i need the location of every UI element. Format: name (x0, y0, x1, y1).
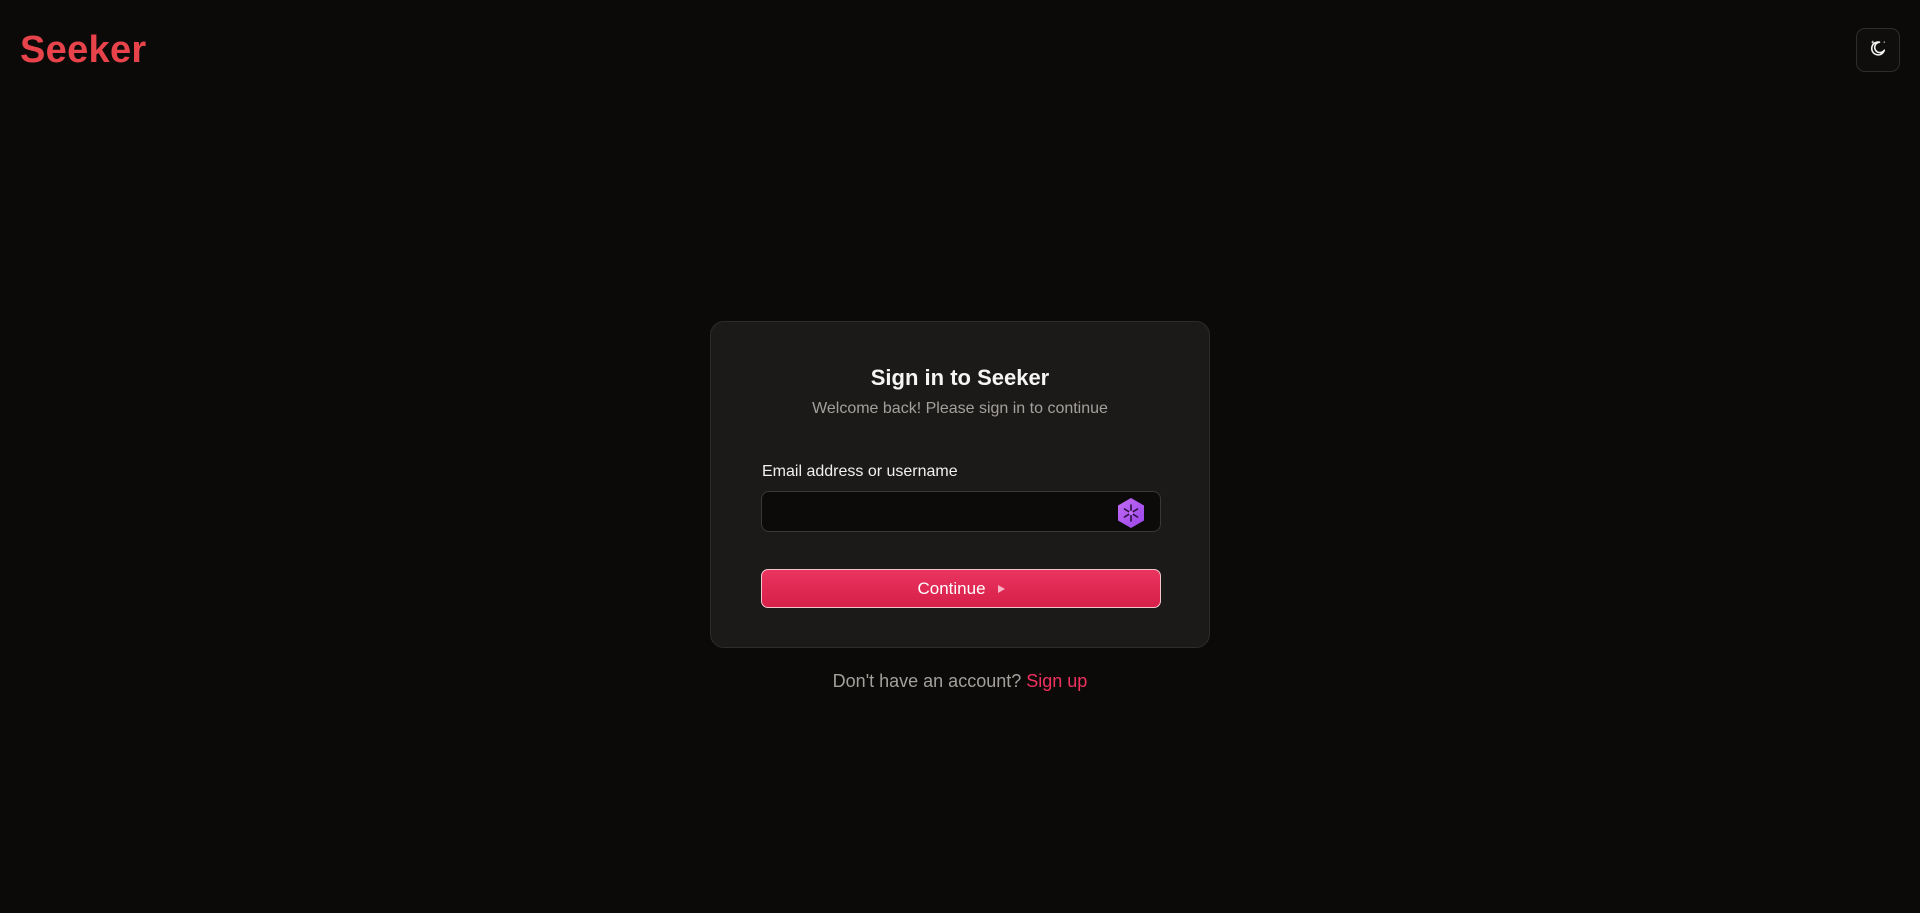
signup-link[interactable]: Sign up (1026, 671, 1087, 691)
signin-subtitle: Welcome back! Please sign in to continue (812, 400, 1108, 417)
signup-prompt: Don't have an account? Sign up (0, 668, 1920, 694)
theme-toggle-button[interactable] (1856, 28, 1900, 72)
signin-title: Sign in to Seeker (870, 365, 1050, 390)
identifier-label: Email address or username (762, 463, 958, 480)
brand-logo[interactable]: Seeker (20, 26, 146, 74)
continue-button[interactable]: Continue (761, 569, 1161, 608)
hexagon-asterisk-icon[interactable] (1114, 496, 1148, 530)
moon-stars-icon (1868, 38, 1888, 63)
identifier-input[interactable] (762, 492, 1102, 531)
top-bar: Seeker (0, 0, 1920, 100)
caret-right-icon (997, 584, 1005, 593)
signup-prompt-text: Don't have an account? (832, 671, 1022, 691)
continue-label: Continue (917, 578, 986, 598)
signin-card: Sign in to Seeker Welcome back! Please s… (710, 321, 1210, 648)
identifier-field-wrapper (761, 491, 1161, 532)
